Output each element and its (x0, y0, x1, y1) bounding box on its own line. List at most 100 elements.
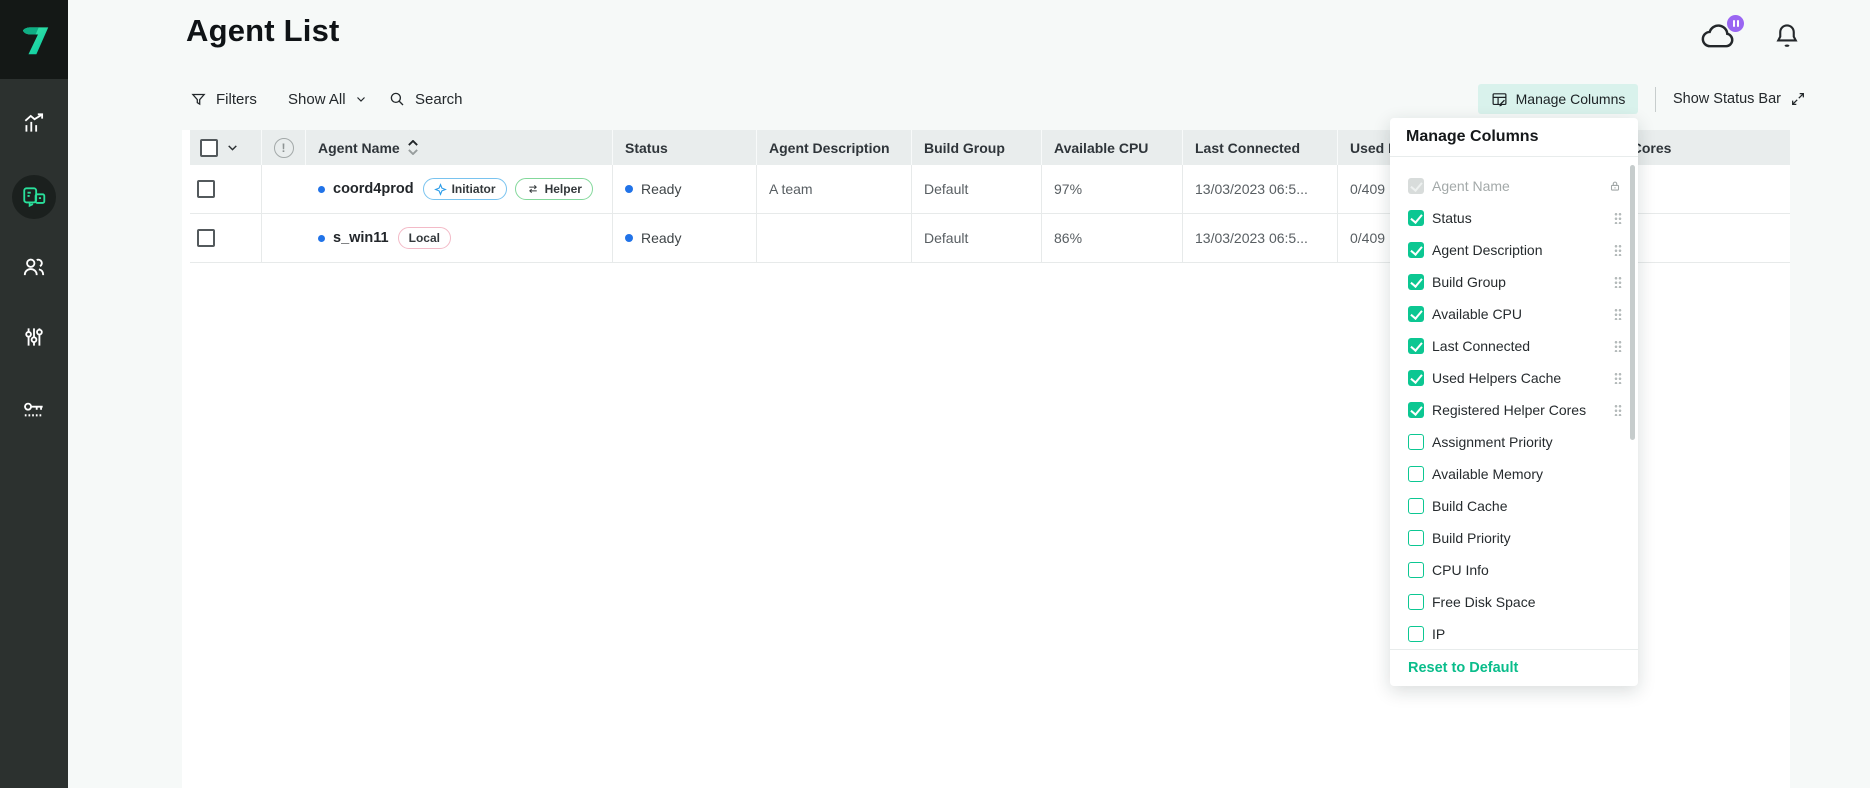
chevron-down-icon (355, 93, 367, 105)
description-cell: A team (757, 165, 912, 213)
column-item-assignment-priority[interactable]: Assignment Priority (1390, 426, 1638, 458)
checked-checkbox[interactable] (1408, 274, 1424, 290)
column-item-last-connected[interactable]: Last Connected (1390, 330, 1638, 362)
panel-scrollbar[interactable] (1630, 165, 1635, 440)
build-group-cell: Default (912, 165, 1042, 213)
agent-name[interactable]: coord4prod (333, 181, 414, 197)
notifications-button[interactable] (1772, 20, 1812, 56)
expand-icon (1790, 91, 1806, 107)
column-item-agent-description[interactable]: Agent Description (1390, 234, 1638, 266)
column-item-cpu-info[interactable]: CPU Info (1390, 554, 1638, 586)
search-button[interactable]: Search (388, 84, 463, 114)
column-item-ip[interactable]: IP (1390, 618, 1638, 650)
show-status-bar-label: Show Status Bar (1673, 91, 1781, 107)
panel-column-list: Agent Name Status Agent Description B (1390, 157, 1638, 650)
row-checkbox[interactable] (197, 229, 215, 247)
drag-handle-icon[interactable] (1614, 276, 1622, 288)
agent-online-dot (318, 235, 325, 242)
column-item-available-cpu[interactable]: Available CPU (1390, 298, 1638, 330)
agent-name-cell: s_win11 Local (306, 214, 613, 262)
column-item-registered-helper-cores[interactable]: Registered Helper Cores (1390, 394, 1638, 426)
brand-logo[interactable] (0, 0, 68, 79)
initiator-icon (434, 183, 447, 196)
checked-checkbox[interactable] (1408, 370, 1424, 386)
show-all-dropdown[interactable]: Show All (288, 84, 367, 114)
checked-checkbox[interactable] (1408, 210, 1424, 226)
unchecked-checkbox[interactable] (1408, 434, 1424, 450)
notifications-bell-icon (1772, 20, 1802, 52)
row-checkbox[interactable] (197, 180, 215, 198)
agent-list-page: Agent List Filters Show All Search (0, 0, 1870, 788)
column-item-used-helpers-cache[interactable]: Used Helpers Cache (1390, 362, 1638, 394)
sidebar (0, 0, 68, 788)
filter-funnel-icon (190, 91, 207, 108)
column-item-status[interactable]: Status (1390, 202, 1638, 234)
column-item-build-cache[interactable]: Build Cache (1390, 490, 1638, 522)
header-agent-name[interactable]: Agent Name (306, 130, 613, 165)
unchecked-checkbox[interactable] (1408, 626, 1424, 642)
column-item-build-priority[interactable]: Build Priority (1390, 522, 1638, 554)
description-cell (757, 214, 912, 262)
local-tag: Local (398, 227, 451, 249)
show-all-label: Show All (288, 91, 346, 108)
drag-handle-icon[interactable] (1614, 372, 1622, 384)
reset-to-default-link[interactable]: Reset to Default (1408, 660, 1518, 676)
checked-checkbox[interactable] (1408, 402, 1424, 418)
unchecked-checkbox[interactable] (1408, 530, 1424, 546)
checked-checkbox[interactable] (1408, 306, 1424, 322)
status-dot (625, 234, 633, 242)
header-last-connected[interactable]: Last Connected (1183, 130, 1338, 165)
lock-icon (1608, 179, 1622, 193)
status-dot (625, 185, 633, 193)
sidebar-item-settings[interactable] (12, 315, 56, 359)
sort-desc-icon (408, 149, 418, 155)
row-alert-cell (262, 214, 306, 262)
column-item-free-disk-space[interactable]: Free Disk Space (1390, 586, 1638, 618)
header-status[interactable]: Status (613, 130, 757, 165)
swap-arrows-icon (526, 183, 540, 195)
header-build-group[interactable]: Build Group (912, 130, 1042, 165)
drag-handle-icon[interactable] (1614, 308, 1622, 320)
available-cpu-cell: 86% (1042, 214, 1183, 262)
agent-name-cell: coord4prod Initiator Helper (306, 165, 613, 213)
agents-icon (21, 184, 47, 210)
show-status-bar-button[interactable]: Show Status Bar (1673, 84, 1806, 114)
column-label: Agent Name (318, 140, 400, 156)
filters-button[interactable]: Filters (190, 84, 257, 114)
unchecked-checkbox[interactable] (1408, 498, 1424, 514)
column-item-build-group[interactable]: Build Group (1390, 266, 1638, 298)
header-select-cell (190, 130, 262, 165)
edit-columns-icon (1491, 91, 1508, 108)
status-cell: Ready (613, 165, 757, 213)
drag-handle-icon[interactable] (1614, 340, 1622, 352)
drag-handle-icon[interactable] (1614, 244, 1622, 256)
select-all-checkbox[interactable] (200, 139, 218, 157)
agent-name[interactable]: s_win11 (333, 230, 389, 246)
header-available-cpu[interactable]: Available CPU (1042, 130, 1183, 165)
sidebar-item-agents[interactable] (12, 175, 56, 219)
sort-icons[interactable] (408, 140, 418, 155)
header-agent-description[interactable]: Agent Description (757, 130, 912, 165)
drag-handle-icon[interactable] (1614, 404, 1622, 416)
unchecked-checkbox[interactable] (1408, 562, 1424, 578)
column-item-available-memory[interactable]: Available Memory (1390, 458, 1638, 490)
manage-columns-button[interactable]: Manage Columns (1478, 84, 1638, 114)
sidebar-item-license-keys[interactable] (12, 389, 56, 433)
last-connected-cell: 13/03/2023 06:5... (1183, 214, 1338, 262)
sidebar-item-analytics[interactable] (12, 101, 56, 145)
panel-footer: Reset to Default (1390, 649, 1638, 686)
unchecked-checkbox[interactable] (1408, 594, 1424, 610)
drag-handle-icon[interactable] (1614, 212, 1622, 224)
checked-checkbox[interactable] (1408, 242, 1424, 258)
checked-checkbox[interactable] (1408, 338, 1424, 354)
cloud-status-button[interactable] (1700, 20, 1740, 56)
sidebar-item-users[interactable] (12, 245, 56, 289)
pause-icon (1733, 20, 1735, 27)
select-menu-chevron-icon[interactable] (226, 141, 239, 154)
last-connected-cell: 13/03/2023 06:5... (1183, 165, 1338, 213)
incredibuild-logo-icon (15, 20, 53, 60)
column-item-agent-name: Agent Name (1390, 170, 1638, 202)
initiator-tag: Initiator (423, 178, 507, 200)
pause-badge (1727, 15, 1744, 32)
unchecked-checkbox[interactable] (1408, 466, 1424, 482)
